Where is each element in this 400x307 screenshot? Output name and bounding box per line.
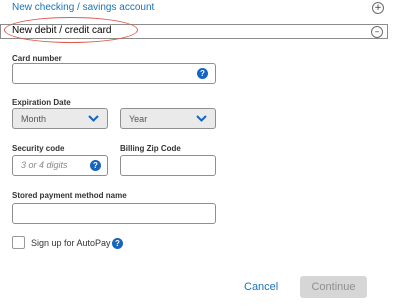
chevron-down-icon [88,115,99,122]
new-checking-savings-link[interactable]: New checking / savings account [12,2,154,13]
security-code-placeholder: 3 or 4 digits [21,160,68,170]
autopay-help-icon[interactable]: ? [112,238,123,249]
autopay-checkbox[interactable] [12,236,25,249]
month-select-value: Month [21,113,47,124]
year-select-value: Year [129,113,148,124]
card-number-help-icon[interactable]: ? [197,68,208,79]
card-number-input[interactable] [12,63,216,84]
stored-payment-name-input[interactable] [12,203,216,224]
card-number-label: Card number [12,54,62,63]
autopay-label[interactable]: Sign up for AutoPay [31,238,111,248]
security-code-label: Security code [12,144,65,153]
month-select[interactable]: Month [12,108,108,129]
billing-zip-input[interactable] [120,155,216,176]
year-select[interactable]: Year [120,108,216,129]
collapse-minus-icon[interactable]: – [371,26,383,38]
security-code-help-icon[interactable]: ? [90,160,101,171]
continue-button[interactable]: Continue [300,276,367,298]
stored-payment-name-label: Stored payment method name [12,191,127,200]
expand-plus-icon[interactable]: + [372,2,384,14]
cancel-button[interactable]: Cancel [244,281,278,293]
expiration-date-label: Expiration Date [12,98,71,107]
billing-zip-label: Billing Zip Code [120,144,181,153]
highlight-annotation-oval [4,17,138,43]
chevron-down-icon [196,115,207,122]
